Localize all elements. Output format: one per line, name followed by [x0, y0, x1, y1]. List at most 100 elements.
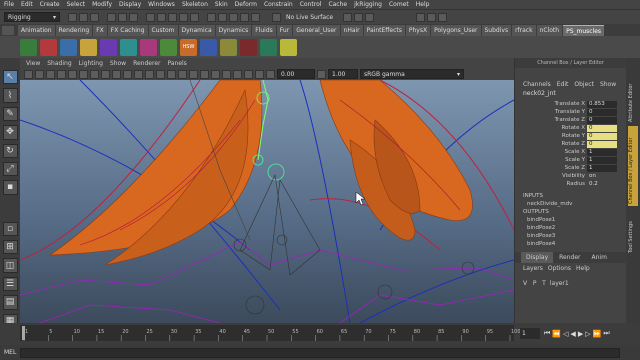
shelf-tab-painteffects[interactable]: PaintEffects — [363, 25, 405, 36]
menu-comet[interactable]: Comet — [389, 1, 409, 8]
menu-jkrigging[interactable]: jkRigging — [354, 1, 382, 8]
lasso-tool-icon[interactable]: ⌇ — [2, 88, 18, 103]
colorspace-dropdown[interactable]: sRGB gamma ▾ — [360, 69, 464, 79]
last-tool-icon[interactable]: ▪ — [2, 180, 18, 195]
viewport-menu-view[interactable]: View — [26, 60, 40, 67]
snap-grid-icon[interactable] — [146, 12, 155, 22]
attr-row[interactable]: Rotate Y0 — [515, 132, 626, 140]
new-scene-icon[interactable] — [68, 12, 77, 22]
gate-mask-icon[interactable] — [101, 69, 110, 79]
layer-vpt[interactable]: V P T — [523, 280, 546, 287]
shelf-hsw-icon[interactable]: HSW — [180, 38, 197, 56]
sidebar-toggle-icon-2[interactable] — [427, 12, 437, 22]
lights-icon[interactable] — [178, 69, 187, 79]
shelf-menu-icon[interactable] — [2, 26, 14, 35]
menu-cache[interactable]: Cache — [328, 1, 347, 8]
wireframe-on-shaded-icon[interactable] — [156, 69, 165, 79]
magnet-icon[interactable] — [272, 12, 281, 22]
shelf-tab-dynamica[interactable]: Dynamica — [178, 25, 215, 36]
shelf-tab-subdivs[interactable]: Subdivs — [481, 25, 512, 36]
viewport-3d[interactable] — [20, 80, 514, 323]
smooth-shade-icon[interactable] — [145, 69, 154, 79]
sidebar-toggle-icon-3[interactable] — [438, 12, 448, 22]
next-key-icon[interactable]: ▷ — [585, 330, 590, 338]
shelf-tool-icon-12[interactable] — [240, 38, 257, 56]
symmetry-icon[interactable] — [343, 12, 353, 22]
attr-row[interactable]: Rotate X0 — [515, 124, 626, 132]
attr-row[interactable]: Translate X 0.853 — [515, 100, 626, 108]
menu-display[interactable]: Display — [119, 1, 141, 8]
render-icon[interactable] — [218, 12, 227, 22]
shelf-tool-icon-2[interactable] — [40, 38, 57, 56]
attr-row[interactable]: Radius 0.2 — [515, 180, 626, 188]
layer-tab-anim[interactable]: Anim — [587, 252, 612, 263]
layer-tab-display[interactable]: Display — [521, 252, 554, 263]
menu-edit[interactable]: Edit — [21, 1, 33, 8]
shelf-tool-icon-8[interactable] — [160, 38, 177, 56]
shadows-icon[interactable] — [189, 69, 198, 79]
open-scene-icon[interactable] — [79, 12, 88, 22]
grid-icon[interactable] — [68, 69, 77, 79]
output-node[interactable]: bindPose4 — [523, 240, 626, 248]
gamma-field[interactable]: 1.00 — [328, 69, 358, 79]
shelf-tool-icon-3[interactable] — [60, 38, 77, 56]
ipr-render-icon[interactable] — [229, 12, 238, 22]
exposure-field[interactable]: 0.00 — [277, 69, 315, 79]
shelf-tab-fluids[interactable]: Fluids — [252, 25, 276, 36]
shelf-tab-polygons-user[interactable]: Polygons_User — [431, 25, 481, 36]
textured-icon[interactable] — [167, 69, 176, 79]
layer-name[interactable]: layer1 — [550, 280, 569, 287]
prev-key-icon[interactable]: ◁ — [563, 330, 568, 338]
side-tab-channel-box[interactable]: Channel Box / Layer Editor — [628, 126, 638, 206]
viewport-menu-shading[interactable]: Shading — [47, 60, 71, 67]
attr-value[interactable]: 0 — [587, 116, 617, 124]
channels-menu[interactable]: Channels — [523, 81, 551, 88]
select-hierarchy-icon[interactable] — [107, 12, 116, 22]
select-object-icon[interactable] — [118, 12, 127, 22]
side-tab-attribute-editor[interactable]: Attribute Editor — [628, 64, 638, 124]
rotate-tool-icon[interactable]: ↻ — [2, 143, 18, 158]
command-input[interactable] — [20, 347, 621, 358]
attr-value[interactable]: 0 — [587, 140, 617, 148]
time-slider[interactable]: 1 5 10 15 20 25 30 35 40 45 50 55 60 65 70 75 80 85 90 95 10… — [0, 323, 640, 345]
sidebar-toggle-icon[interactable] — [416, 12, 426, 22]
isolate-select-icon[interactable] — [222, 69, 231, 79]
four-view-layout-icon[interactable]: ⊞ — [2, 240, 18, 255]
viewport-menu-panels[interactable]: Panels — [167, 60, 186, 67]
menu-skeleton[interactable]: Skeleton — [182, 1, 208, 8]
shelf-tool-icon-6[interactable] — [120, 38, 137, 56]
shelf-tab-general-user[interactable]: General_User — [293, 25, 340, 36]
attr-value[interactable]: 0.2 — [587, 181, 617, 188]
snap-surface-icon[interactable] — [190, 12, 199, 22]
outliner-layout-icon[interactable]: ☰ — [2, 276, 18, 292]
attr-row[interactable]: Translate Z0 — [515, 116, 626, 124]
attr-value[interactable]: 0.853 — [587, 100, 617, 108]
play-forward-icon[interactable]: ▶ — [578, 330, 583, 338]
shelf-tab-custom[interactable]: Custom — [148, 25, 178, 36]
menu-skin[interactable]: Skin — [215, 1, 228, 8]
menu-select[interactable]: Select — [67, 1, 86, 8]
shelf-tool-icon-1[interactable] — [20, 38, 37, 56]
save-scene-icon[interactable] — [90, 12, 99, 22]
viewport-menu-renderer[interactable]: Renderer — [133, 60, 160, 67]
attr-value[interactable]: 1 — [587, 164, 617, 172]
menu-windows[interactable]: Windows — [148, 1, 175, 8]
output-node[interactable]: bindPose3 — [523, 232, 626, 240]
layer-tab-render[interactable]: Render — [554, 252, 585, 263]
viewport-menu-lighting[interactable]: Lighting — [79, 60, 103, 67]
menu-deform[interactable]: Deform — [235, 1, 257, 8]
menu-constrain[interactable]: Constrain — [264, 1, 293, 8]
shelf-tab-nhair[interactable]: nHair — [340, 25, 363, 36]
xray-icon[interactable] — [200, 69, 209, 79]
reflection-icon[interactable] — [365, 12, 375, 22]
attr-value[interactable]: 0 — [587, 108, 617, 116]
snap-curve-icon[interactable] — [157, 12, 166, 22]
wireframe-icon[interactable] — [134, 69, 143, 79]
exposure-icon[interactable] — [266, 69, 275, 79]
menu-help[interactable]: Help — [416, 1, 430, 8]
resolution-gate-icon[interactable] — [90, 69, 99, 79]
help-menu[interactable]: Help — [576, 265, 590, 272]
xray-joints-icon[interactable] — [211, 69, 220, 79]
image-plane-icon[interactable] — [57, 69, 66, 79]
attr-value[interactable]: 1 — [587, 156, 617, 164]
